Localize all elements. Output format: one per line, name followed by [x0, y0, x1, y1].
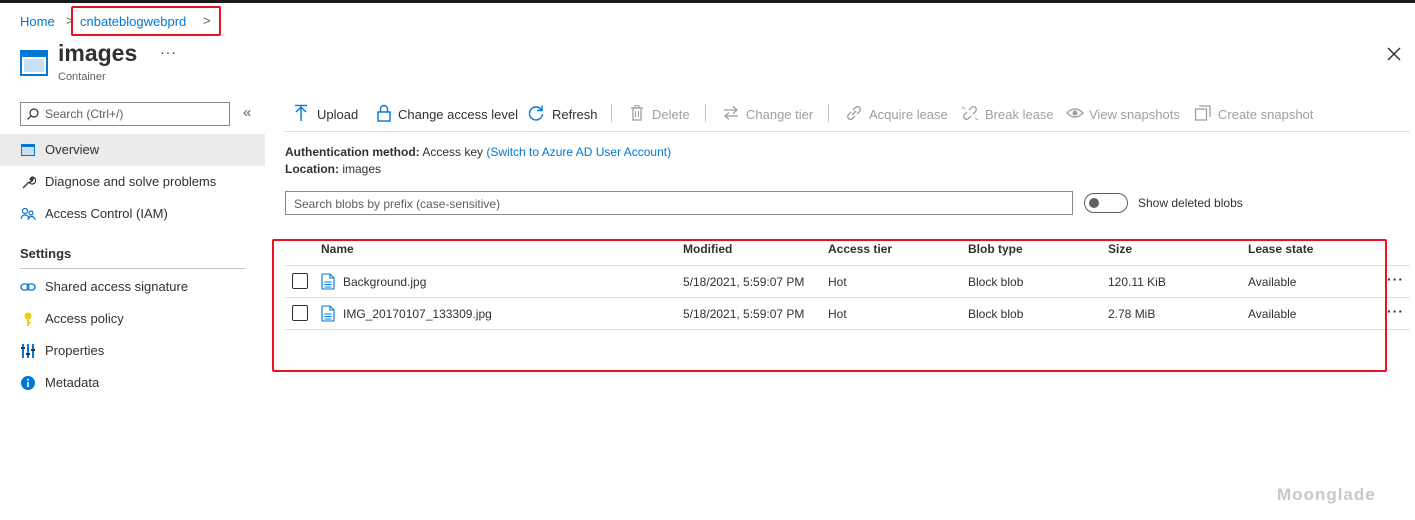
row-more-button[interactable]: ··· [1387, 271, 1404, 287]
container-icon [21, 144, 35, 156]
blob-search-placeholder: Search blobs by prefix (case-sensitive) [294, 197, 501, 211]
sidebar-item-label: Diagnose and solve problems [45, 174, 217, 189]
auth-value: Access key [422, 145, 484, 159]
upload-icon [295, 104, 307, 121]
container-icon [20, 50, 48, 76]
create-snapshot-label: Create snapshot [1218, 107, 1314, 122]
upload-label: Upload [317, 107, 359, 122]
sidebar-item-label: Overview [45, 142, 100, 157]
toolbar-divider [705, 104, 706, 122]
refresh-button[interactable]: Refresh [527, 102, 599, 126]
sidebar-item-label: Shared access signature [45, 279, 189, 294]
properties-icon [21, 344, 35, 358]
create-snapshot-button[interactable]: Create snapshot [1194, 102, 1316, 126]
authentication-method: Authentication method: Access key (Switc… [285, 145, 671, 159]
wrench-icon [22, 176, 36, 189]
view-snapshots-button[interactable]: View snapshots [1066, 102, 1184, 126]
sidebar-item-access-policy[interactable]: Access policy [0, 303, 265, 335]
location-value: images [342, 162, 382, 176]
close-icon[interactable] [1384, 44, 1404, 64]
watermark: Moonglade [1277, 485, 1376, 504]
acquire-lease-button[interactable]: Acquire lease [845, 102, 950, 126]
location: Location: images [285, 162, 381, 176]
eye-icon [1066, 108, 1084, 118]
key-icon [24, 312, 32, 326]
toolbar-divider [611, 104, 612, 122]
sidebar-item-shared-access-signature[interactable]: Shared access signature [0, 271, 265, 303]
refresh-icon [528, 105, 544, 121]
breadcrumb-home-link[interactable]: Home [20, 14, 55, 29]
sidebar-search-placeholder: Search (Ctrl+/) [45, 107, 124, 121]
show-deleted-blobs-toggle[interactable] [1084, 193, 1128, 213]
snapshot-icon [1194, 105, 1211, 121]
settings-section-heading: Settings [20, 246, 72, 261]
section-divider [20, 268, 245, 269]
show-deleted-blobs-label: Show deleted blobs [1138, 196, 1243, 210]
search-icon [27, 108, 39, 120]
people-icon [20, 207, 36, 221]
top-bar [0, 0, 1415, 3]
breadcrumb-highlight-box [71, 6, 221, 36]
delete-label: Delete [652, 107, 690, 122]
broken-link-icon [961, 106, 979, 121]
sidebar-item-label: Access Control (IAM) [45, 206, 168, 221]
more-options-button[interactable]: ··· [160, 44, 177, 60]
row-more-button[interactable]: ··· [1387, 303, 1404, 319]
sidebar-item-overview[interactable]: Overview [0, 134, 265, 166]
toolbar-divider [828, 104, 829, 122]
info-icon [21, 376, 35, 390]
blob-prefix-search-input[interactable]: Search blobs by prefix (case-sensitive) [285, 191, 1073, 215]
view-snapshots-label: View snapshots [1089, 107, 1180, 122]
toolbar-divider [285, 131, 1410, 132]
table-highlight-box [272, 239, 1387, 372]
trash-icon [631, 105, 643, 121]
sidebar-search-input[interactable]: Search (Ctrl+/) [20, 102, 230, 126]
sidebar-item-access-control[interactable]: Access Control (IAM) [0, 198, 265, 230]
change-access-level-label: Change access level [398, 107, 518, 122]
location-label: Location: [285, 162, 339, 176]
swap-icon [724, 106, 738, 120]
page-subtitle: Container [58, 71, 106, 83]
switch-auth-link[interactable]: (Switch to Azure AD User Account) [486, 145, 671, 159]
change-tier-label: Change tier [746, 107, 814, 122]
upload-button[interactable]: Upload [292, 102, 362, 126]
link-chain-icon [847, 106, 861, 120]
sidebar-item-properties[interactable]: Properties [0, 335, 265, 367]
sidebar-item-diagnose[interactable]: Diagnose and solve problems [0, 166, 265, 198]
break-lease-label: Break lease [985, 107, 1054, 122]
collapse-sidebar-button[interactable]: « [243, 104, 251, 121]
change-access-level-button[interactable]: Change access level [375, 102, 518, 126]
lock-icon [377, 104, 391, 122]
change-tier-button[interactable]: Change tier [722, 102, 817, 126]
sidebar-item-label: Metadata [45, 375, 100, 390]
delete-button[interactable]: Delete [628, 102, 694, 126]
refresh-label: Refresh [552, 107, 598, 122]
sidebar-item-metadata[interactable]: Metadata [0, 367, 265, 399]
sidebar-item-label: Properties [45, 343, 105, 358]
sidebar-item-label: Access policy [45, 311, 124, 326]
toggle-knob [1089, 198, 1099, 208]
page-title: images [58, 40, 138, 66]
link-icon [20, 283, 36, 291]
break-lease-button[interactable]: Break lease [961, 102, 1056, 126]
acquire-lease-label: Acquire lease [869, 107, 948, 122]
auth-label: Authentication method: [285, 145, 420, 159]
